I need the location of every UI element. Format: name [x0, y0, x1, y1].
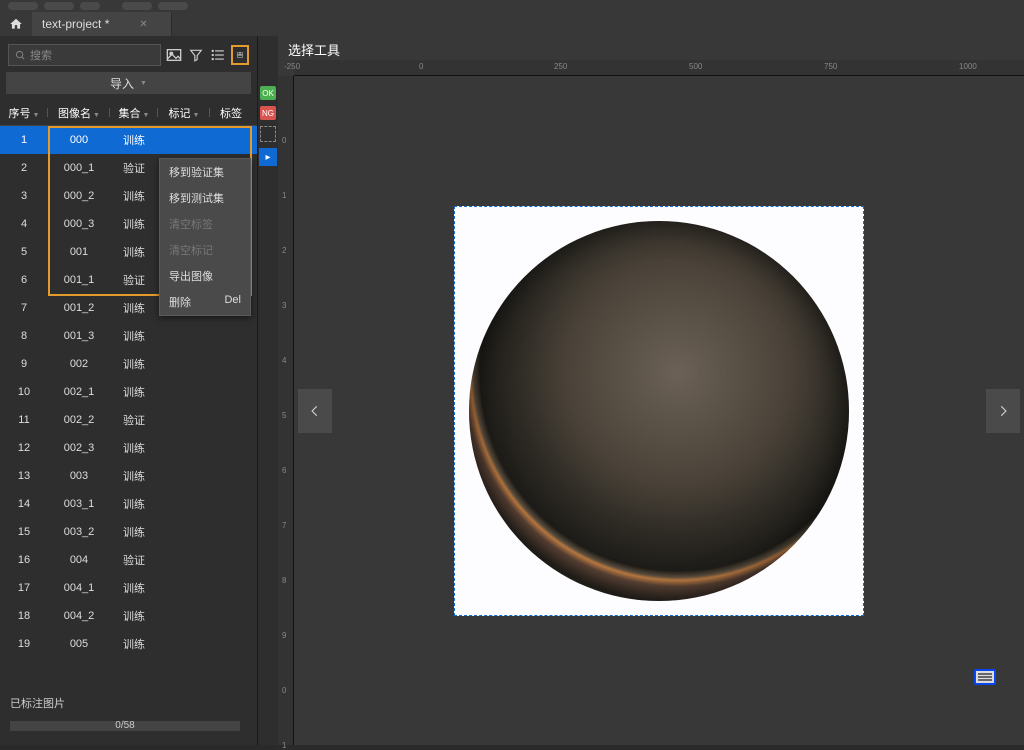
- context-menu: 移到验证集 移到测试集 清空标签 清空标记 导出图像 删除Del: [159, 158, 251, 316]
- table-row[interactable]: 10002_1训练: [0, 378, 257, 406]
- table-row[interactable]: 16004验证: [0, 546, 257, 574]
- table-row[interactable]: 13003训练: [0, 462, 257, 490]
- table-row[interactable]: 11002_2验证: [0, 406, 257, 434]
- header-mark[interactable]: 标记: [169, 108, 191, 120]
- table-row[interactable]: 12002_3训练: [0, 434, 257, 462]
- table-row[interactable]: 9002训练: [0, 350, 257, 378]
- table-row[interactable]: 18004_2训练: [0, 602, 257, 630]
- close-icon[interactable]: ✕: [139, 19, 147, 30]
- import-button[interactable]: 导入 ▼: [6, 72, 251, 94]
- play-tool[interactable]: ▸: [259, 148, 277, 166]
- table-row[interactable]: 8001_3训练: [0, 322, 257, 350]
- select-tool[interactable]: [260, 126, 276, 142]
- image-icon[interactable]: [165, 46, 183, 64]
- header-no[interactable]: 序号: [9, 108, 31, 120]
- project-tab[interactable]: text-project * ✕: [32, 12, 172, 36]
- menu-move-validate[interactable]: 移到验证集: [160, 159, 250, 185]
- ruler-vertical: 012345678901: [278, 76, 294, 745]
- list-icon[interactable]: [209, 46, 227, 64]
- filter-icon[interactable]: [187, 46, 205, 64]
- table-row[interactable]: 1000训练: [0, 126, 257, 154]
- next-button[interactable]: [986, 389, 1020, 433]
- tab-title: text-project *: [42, 17, 109, 31]
- progress-bar: 0/58: [10, 721, 240, 731]
- table-row[interactable]: 17004_1训练: [0, 574, 257, 602]
- ok-badge[interactable]: OK: [260, 86, 276, 100]
- chevron-down-icon: ▼: [140, 80, 147, 87]
- canvas-title: 选择工具: [278, 36, 1024, 60]
- grid-icon[interactable]: [231, 45, 249, 65]
- annotated-label: 已标注图片: [10, 695, 247, 711]
- menu-export[interactable]: 导出图像: [160, 263, 250, 289]
- table-row[interactable]: 15003_2训练: [0, 518, 257, 546]
- header-image[interactable]: 图像名: [58, 108, 91, 120]
- canvas-viewport[interactable]: [294, 76, 1024, 745]
- image-preview: [454, 206, 864, 616]
- ng-badge[interactable]: NG: [260, 106, 276, 120]
- menu-move-test[interactable]: 移到测试集: [160, 185, 250, 211]
- prev-button[interactable]: [298, 389, 332, 433]
- header-tag[interactable]: 标签: [220, 108, 242, 120]
- menu-clear-marks: 清空标记: [160, 237, 250, 263]
- header-set[interactable]: 集合: [119, 108, 141, 120]
- home-button[interactable]: [0, 12, 32, 36]
- menu-clear-tags: 清空标签: [160, 211, 250, 237]
- table-row[interactable]: 19005训练: [0, 630, 257, 658]
- keyboard-icon[interactable]: [974, 669, 996, 685]
- menu-delete[interactable]: 删除Del: [160, 289, 250, 315]
- ruler-horizontal: -25002505007501000: [294, 60, 1024, 76]
- table-row[interactable]: 14003_1训练: [0, 490, 257, 518]
- search-input[interactable]: 搜索: [8, 44, 161, 66]
